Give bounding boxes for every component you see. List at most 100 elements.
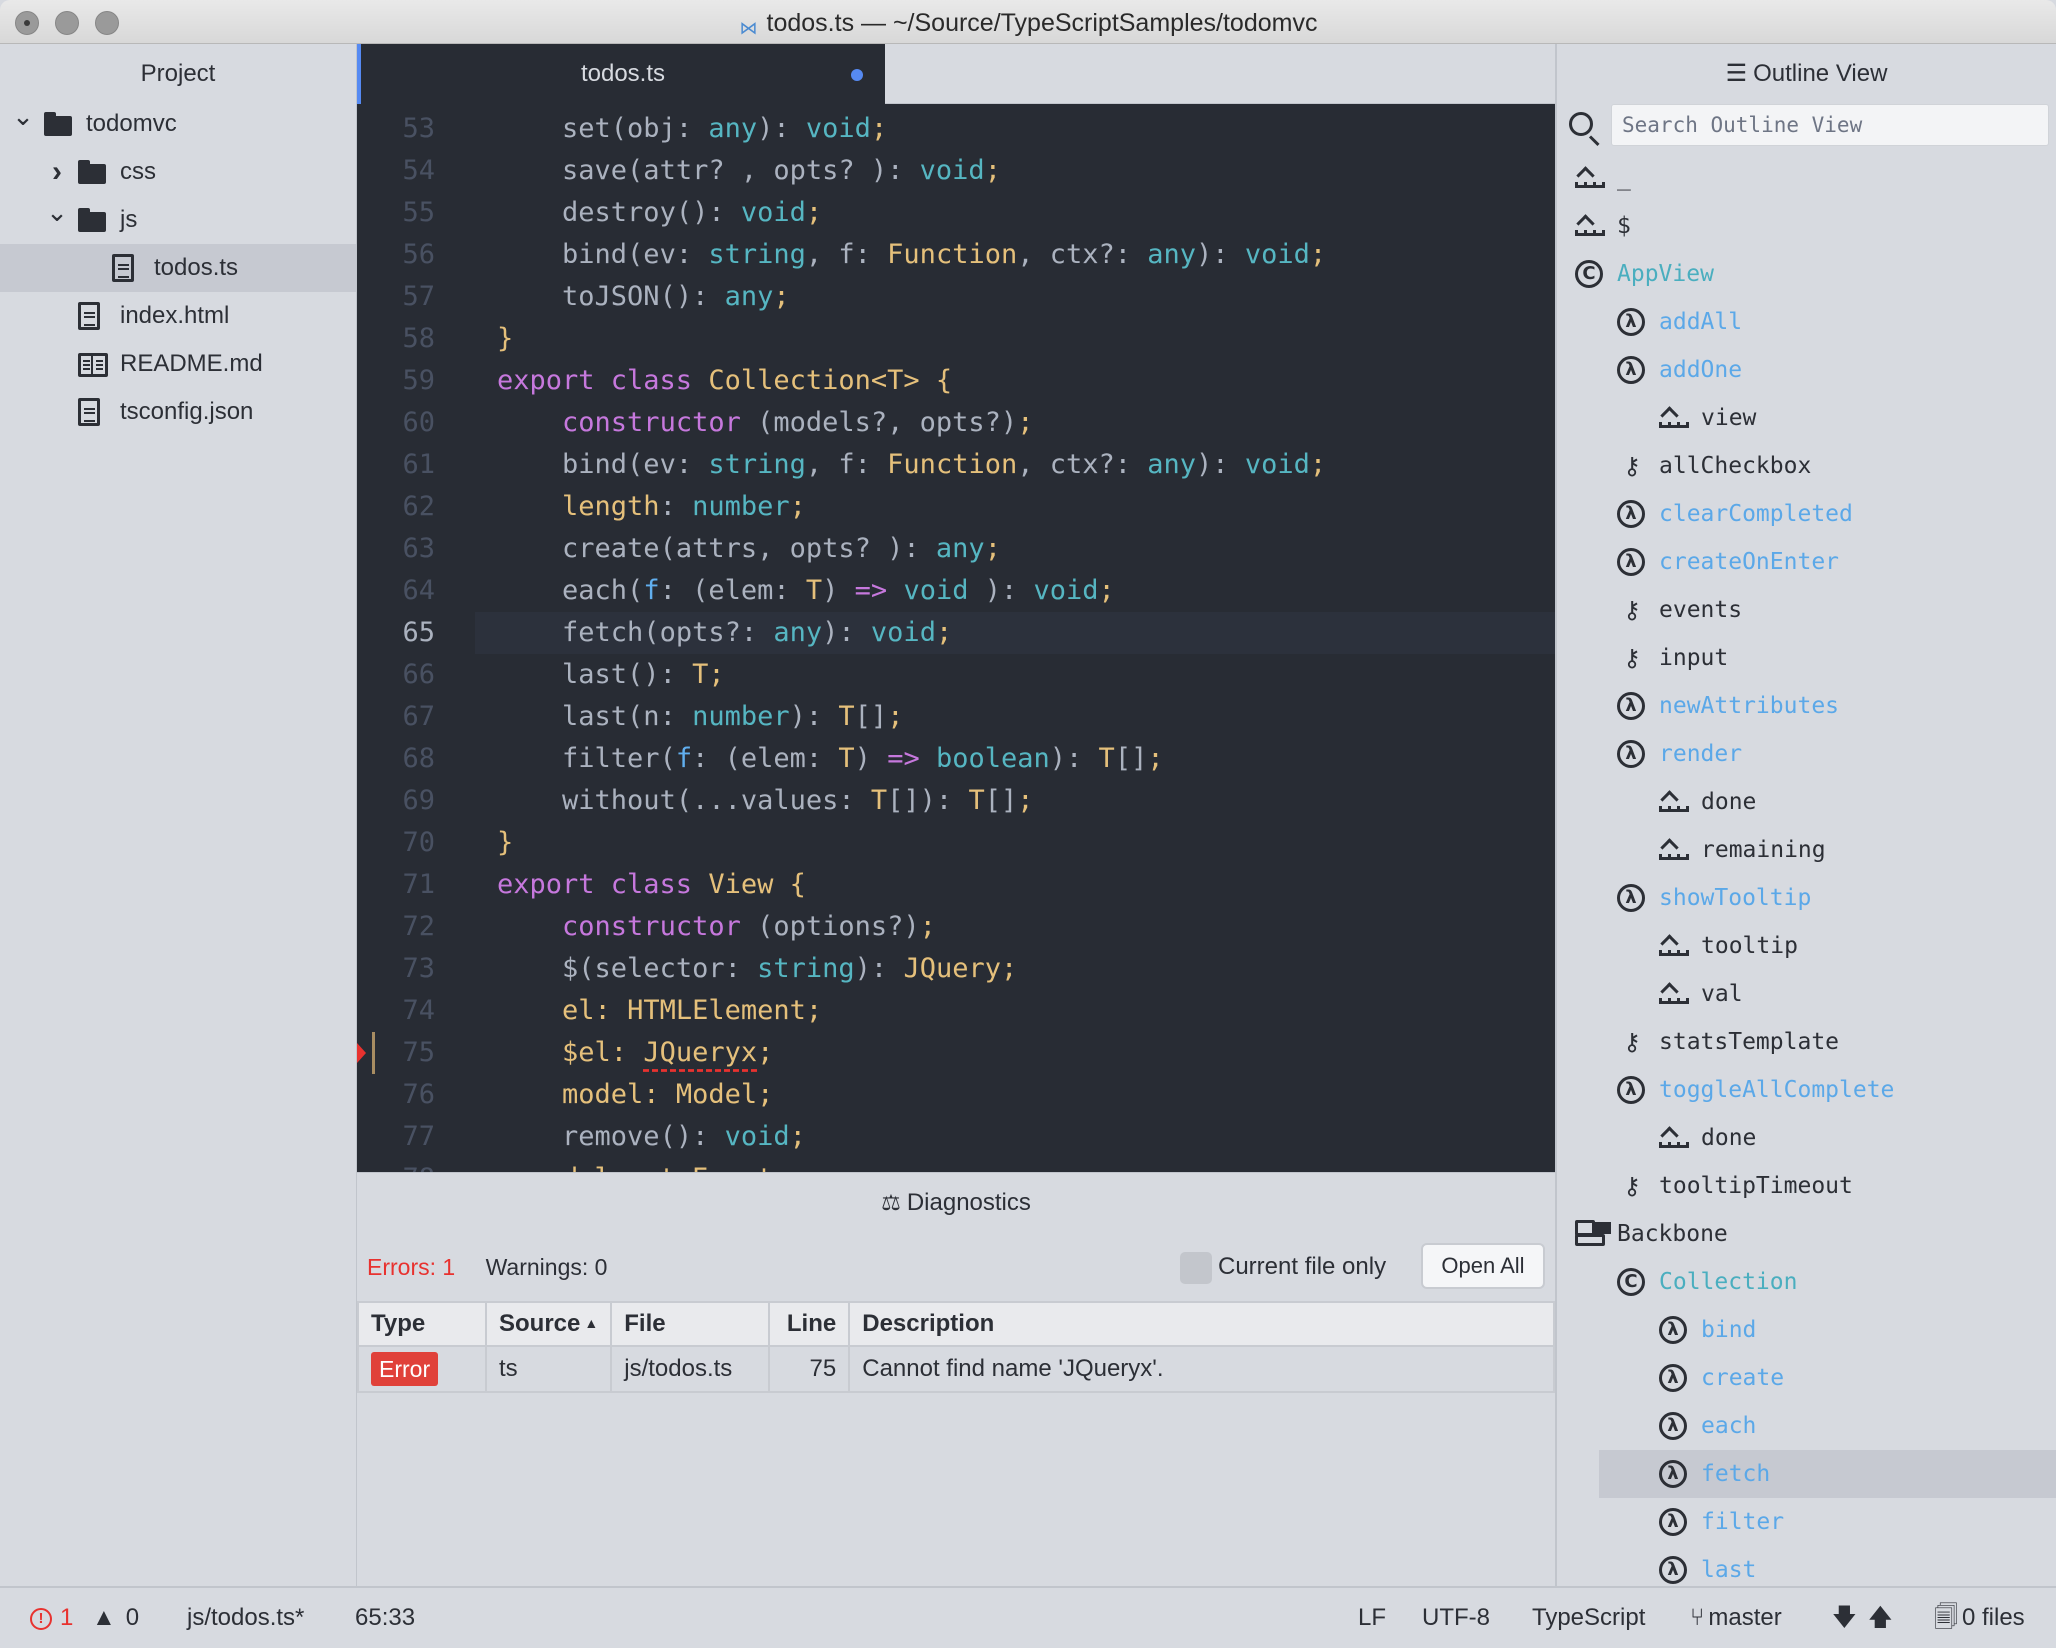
column-header-line[interactable]: Line: [768, 1301, 851, 1347]
chevron-down-icon[interactable]: ⌄: [12, 92, 34, 140]
code-line[interactable]: 53 set(obj: any): void;: [357, 108, 1555, 150]
code-line[interactable]: 56 bind(ev: string, f: Function, ctx?: a…: [357, 234, 1555, 276]
code-line[interactable]: 57 toJSON(): any;: [357, 276, 1555, 318]
git-fetch-button[interactable]: 🡇: [1832, 1588, 1857, 1648]
variable-icon: [1659, 936, 1689, 956]
modified-dot-icon[interactable]: [851, 69, 863, 81]
tree-item-js[interactable]: ⌄ js: [0, 196, 356, 244]
outline-item[interactable]: ⚷ tooltipTimeout: [1557, 1162, 2056, 1210]
outline-item[interactable]: ⚷ statsTemplate: [1557, 1018, 2056, 1066]
outline-item[interactable]: done: [1557, 778, 2056, 826]
status-grammar[interactable]: TypeScript: [1532, 1588, 1645, 1648]
code-line[interactable]: 73 $(selector: string): JQuery;: [357, 948, 1555, 990]
code-line[interactable]: 69 without(...values: T[]): T[];: [357, 780, 1555, 822]
outline-item[interactable]: remaining: [1557, 826, 2056, 874]
outline-item[interactable]: view: [1557, 394, 2056, 442]
code-line[interactable]: 78 delegateEvents: [357, 1158, 1555, 1172]
code-line[interactable]: 77 remove(): void;: [357, 1116, 1555, 1158]
status-errors[interactable]: ! 1: [30, 1588, 73, 1648]
column-header-description[interactable]: Description: [848, 1301, 1555, 1347]
outline-item[interactable]: λ bind: [1557, 1306, 2056, 1354]
code-line[interactable]: 74 el: HTMLElement;: [357, 990, 1555, 1032]
code-token: T;: [692, 659, 725, 690]
outline-item-label: Collection: [1659, 1269, 1798, 1295]
outline-item[interactable]: λ render: [1557, 730, 2056, 778]
code-line[interactable]: 63 create(attrs, opts? ): any;: [357, 528, 1555, 570]
outline-item[interactable]: λ create: [1557, 1354, 2056, 1402]
outline-item[interactable]: λ each: [1557, 1402, 2056, 1450]
current-file-only-toggle[interactable]: Current file only: [1180, 1251, 1386, 1284]
outline-item[interactable]: λ last: [1557, 1546, 2056, 1586]
outline-item[interactable]: λ newAttributes: [1557, 682, 2056, 730]
code-line[interactable]: 70}: [357, 822, 1555, 864]
code-line[interactable]: 54 save(attr? , opts? ): void;: [357, 150, 1555, 192]
code-text: export class Collection<T> {: [475, 360, 1555, 402]
outline-item[interactable]: ⚷ input: [1557, 634, 2056, 682]
status-line-ending[interactable]: LF: [1358, 1588, 1386, 1648]
open-all-button[interactable]: Open All: [1421, 1243, 1545, 1289]
status-warnings[interactable]: ▲ 0: [92, 1588, 139, 1648]
code-line[interactable]: 61 bind(ev: string, f: Function, ctx?: a…: [357, 444, 1555, 486]
outline-item[interactable]: ⚷ allCheckbox: [1557, 442, 2056, 490]
code-line[interactable]: 76 model: Model;: [357, 1074, 1555, 1116]
outline-item[interactable]: C Collection: [1557, 1258, 2056, 1306]
outline-search-input[interactable]: [1611, 104, 2049, 146]
file-text-icon: [78, 302, 100, 330]
outline-item[interactable]: λ clearCompleted: [1557, 490, 2056, 538]
status-cursor-position[interactable]: 65:33: [355, 1588, 415, 1648]
code-line[interactable]: 58}: [357, 318, 1555, 360]
code-line[interactable]: 71 export class View {: [357, 864, 1555, 906]
diagnostic-row[interactable]: Error ts js/todos.ts 75 Cannot find name…: [357, 1345, 1555, 1393]
outline-item[interactable]: λ fetch: [1599, 1450, 2056, 1498]
code-line[interactable]: 68 filter(f: (elem: T) => boolean): T[];: [357, 738, 1555, 780]
outline-item[interactable]: λ addAll: [1557, 298, 2056, 346]
outline-item[interactable]: _: [1557, 154, 2056, 202]
tree-item-index-html[interactable]: index.html: [0, 292, 356, 340]
code-line[interactable]: 67 last(n: number): T[];: [357, 696, 1555, 738]
outline-item[interactable]: λ filter: [1557, 1498, 2056, 1546]
status-file-path[interactable]: js/todos.ts*: [187, 1588, 304, 1648]
outline-item[interactable]: λ toggleAllComplete: [1557, 1066, 2056, 1114]
outline-item[interactable]: ⚷ events: [1557, 586, 2056, 634]
diagnostic-file[interactable]: js/todos.ts: [610, 1345, 771, 1393]
current-file-only-checkbox[interactable]: [1180, 1251, 1212, 1284]
code-token: without(...values:: [562, 785, 871, 816]
code-text: delegateEvents: [475, 1158, 1555, 1172]
outline-item[interactable]: val: [1557, 970, 2056, 1018]
outline-item[interactable]: tooltip: [1557, 922, 2056, 970]
column-header-source[interactable]: Source ▲: [484, 1301, 613, 1347]
column-header-file[interactable]: File: [610, 1301, 771, 1347]
code-token: void: [919, 155, 985, 186]
git-push-button[interactable]: 🡅: [1868, 1588, 1893, 1648]
outline-item[interactable]: Backbone: [1557, 1210, 2056, 1258]
outline-item[interactable]: $: [1557, 202, 2056, 250]
code-line[interactable]: 72 constructor (options?);: [357, 906, 1555, 948]
outline-item[interactable]: λ createOnEnter: [1557, 538, 2056, 586]
code-line[interactable]: 62 length: number;: [357, 486, 1555, 528]
code-line[interactable]: 55 destroy(): void;: [357, 192, 1555, 234]
tree-item-tsconfig-json[interactable]: tsconfig.json: [0, 388, 356, 436]
code-line[interactable]: 64 each(f: (elem: T) => void ): void;: [357, 570, 1555, 612]
tree-item-readme-md[interactable]: README.md: [0, 340, 356, 388]
code-text: model: Model;: [475, 1074, 1555, 1116]
code-editor[interactable]: 53 set(obj: any): void; 54 save(attr? , o…: [357, 104, 1555, 1172]
tree-item-todomvc[interactable]: ⌄ todomvc: [0, 100, 356, 148]
tree-item-todos-ts[interactable]: todos.ts: [0, 244, 356, 292]
outline-item[interactable]: C AppView: [1557, 250, 2056, 298]
outline-item-label: last: [1701, 1557, 1757, 1583]
code-token: number: [692, 701, 790, 732]
chevron-down-icon[interactable]: ⌄: [46, 188, 68, 236]
code-line[interactable]: 75 $el: JQueryx;: [357, 1032, 1555, 1074]
status-encoding[interactable]: UTF-8: [1422, 1588, 1490, 1648]
tab-todos-ts[interactable]: todos.ts: [357, 44, 885, 104]
status-git-changes[interactable]: 🗐 0 files: [1934, 1588, 2025, 1648]
code-line[interactable]: 60 constructor (models?, opts?);: [357, 402, 1555, 444]
code-line[interactable]: 65 fetch(opts?: any): void;: [357, 612, 1555, 654]
outline-item[interactable]: λ addOne: [1557, 346, 2056, 394]
code-line[interactable]: 66 last(): T;: [357, 654, 1555, 696]
code-line[interactable]: 59 export class Collection<T> {: [357, 360, 1555, 402]
status-branch[interactable]: ⑂ master: [1690, 1588, 1782, 1648]
outline-item[interactable]: λ showTooltip: [1557, 874, 2056, 922]
column-header-type[interactable]: Type: [357, 1301, 487, 1347]
outline-item[interactable]: done: [1557, 1114, 2056, 1162]
